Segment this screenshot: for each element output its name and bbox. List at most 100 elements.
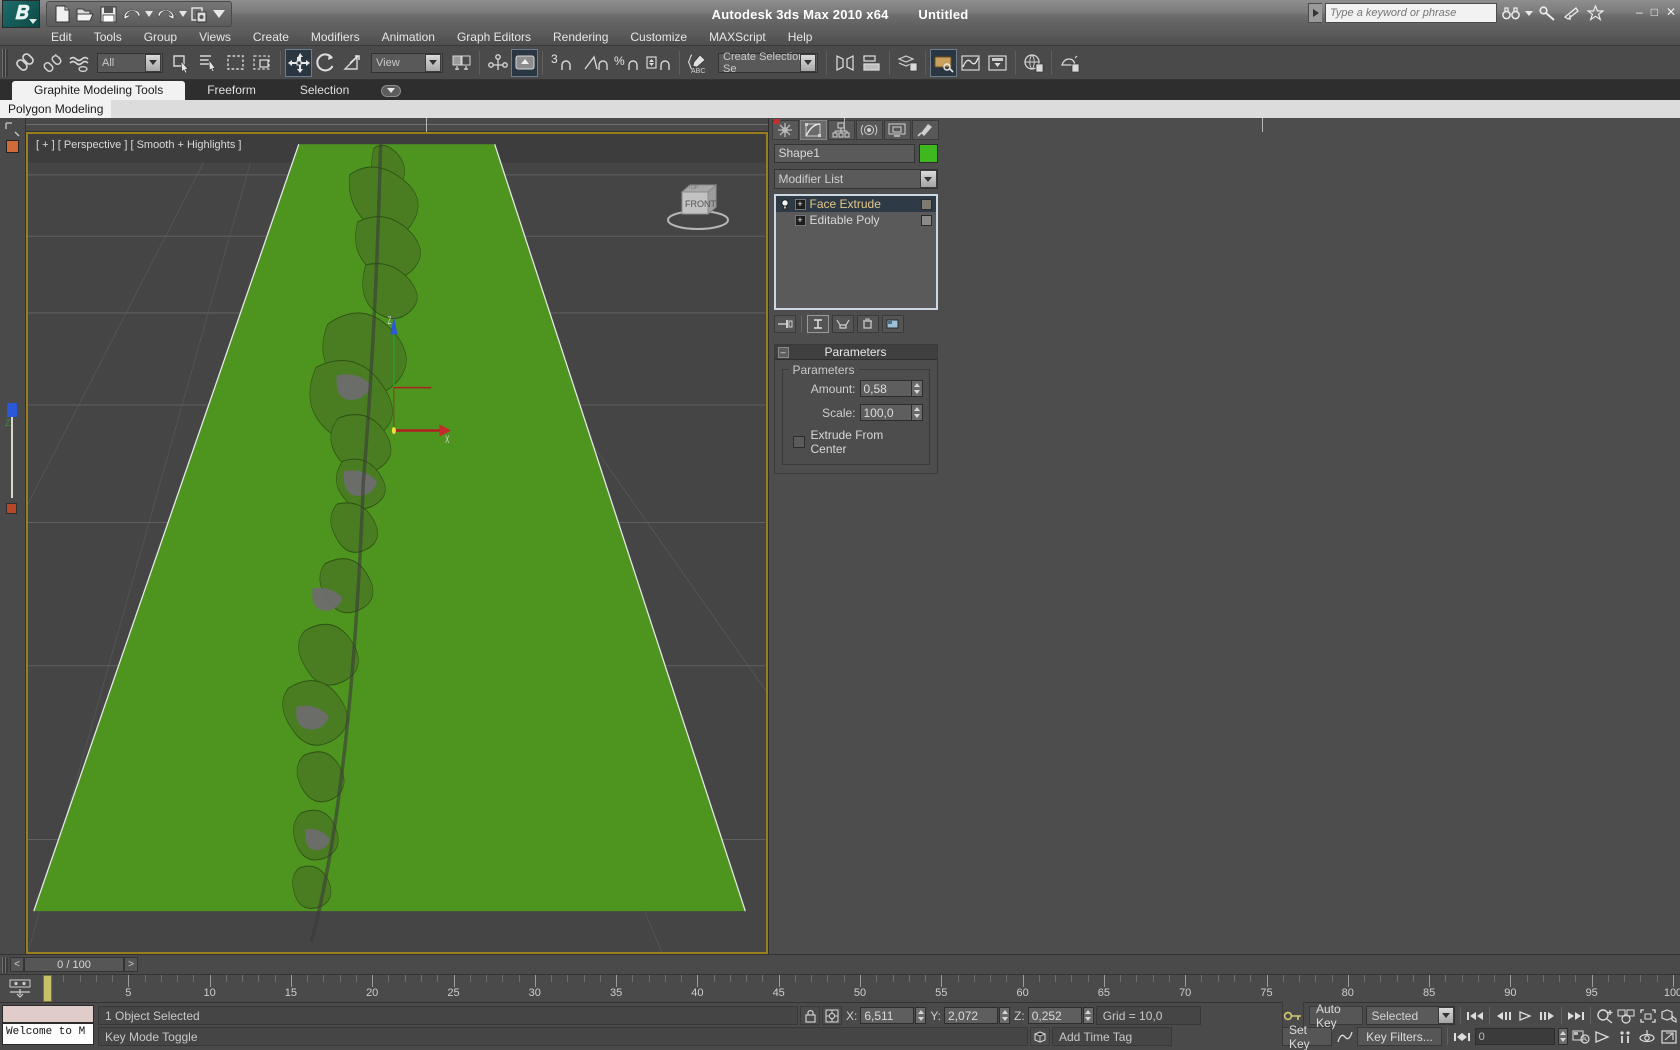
time-slider-next-button[interactable]: > — [124, 957, 138, 972]
window-crossing-toggle-icon[interactable] — [249, 49, 276, 77]
reference-coordinate-dropdown-icon[interactable] — [425, 54, 441, 72]
expand-plus-icon[interactable]: + — [795, 199, 806, 210]
selection-lock-toggle[interactable] — [800, 1006, 820, 1025]
extrude-from-center-checkbox[interactable] — [793, 436, 805, 448]
menu-item-modifiers[interactable]: Modifiers — [300, 28, 371, 46]
modifier-toggle-square[interactable] — [921, 199, 932, 210]
project-folder-icon[interactable] — [189, 4, 210, 25]
rollout-header[interactable]: – Parameters — [775, 345, 937, 360]
undo-dropdown-icon[interactable] — [144, 4, 153, 25]
utilities-tab[interactable] — [912, 120, 939, 140]
amount-spinner-arrows[interactable] — [912, 380, 923, 397]
maximize-button[interactable]: □ — [1651, 6, 1658, 18]
reference-coordinate-combo[interactable]: View — [371, 53, 443, 73]
x-spinner-arrows[interactable] — [915, 1007, 926, 1024]
configure-modifier-sets-icon[interactable] — [882, 315, 904, 333]
lightbulb-icon[interactable] — [780, 199, 791, 210]
layer-manager-icon[interactable] — [894, 49, 921, 77]
key-filter-dropdown-icon[interactable] — [1438, 1007, 1454, 1024]
scale-spinner[interactable] — [860, 404, 923, 421]
use-pivot-point-center-icon[interactable] — [448, 49, 475, 77]
tab-freeform[interactable]: Freeform — [185, 81, 278, 100]
x-input[interactable] — [860, 1007, 914, 1024]
menu-item-edit[interactable]: Edit — [40, 28, 83, 46]
time-slider-prev-button[interactable]: < — [10, 957, 24, 972]
expand-plus-icon[interactable]: + — [795, 215, 806, 226]
search-input[interactable] — [1325, 3, 1497, 23]
next-frame-icon[interactable] — [1537, 1006, 1555, 1025]
add-time-tag[interactable]: Add Time Tag — [1052, 1027, 1172, 1046]
modify-tab[interactable] — [800, 120, 827, 140]
undo-icon[interactable] — [121, 4, 142, 25]
zoom-all-icon[interactable] — [1617, 1006, 1635, 1025]
mirror-icon[interactable] — [831, 49, 858, 77]
curve-editor-icon[interactable] — [957, 49, 984, 77]
tab-selection[interactable]: Selection — [278, 81, 371, 100]
show-end-result-icon[interactable] — [807, 315, 829, 333]
ribbon-minimize-button[interactable] — [371, 81, 411, 100]
snaps-3-icon[interactable]: 3 — [547, 49, 581, 77]
edit-named-selection-sets-icon[interactable]: ABC — [684, 49, 714, 77]
new-file-icon[interactable] — [52, 4, 73, 25]
current-frame-input[interactable] — [1475, 1028, 1555, 1045]
frame-ruler[interactable]: 0510152025303540455055606570758085909510… — [40, 975, 1680, 1002]
schematic-view-icon[interactable] — [984, 49, 1011, 77]
zoom-icon[interactable] — [1596, 1006, 1614, 1025]
key-filter-combo[interactable]: Selected — [1366, 1006, 1454, 1025]
time-tag-icon[interactable] — [1030, 1027, 1050, 1046]
search-dropdown-icon[interactable] — [1524, 3, 1534, 23]
zoom-region-icon[interactable] — [1660, 1006, 1678, 1025]
select-and-move-icon[interactable] — [285, 49, 312, 77]
search-expand-icon[interactable] — [1308, 3, 1322, 23]
display-tab[interactable] — [884, 120, 911, 140]
object-name-field[interactable]: Shape1 — [774, 144, 915, 163]
render-setup-icon[interactable] — [1020, 49, 1047, 77]
redo-dropdown-icon[interactable] — [178, 4, 187, 25]
menu-item-rendering[interactable]: Rendering — [542, 28, 619, 46]
menu-item-graph-editors[interactable]: Graph Editors — [446, 28, 542, 46]
set-key-button[interactable]: Set Key — [1282, 1027, 1332, 1046]
remove-modifier-icon[interactable] — [857, 315, 879, 333]
modifier-list-combo[interactable]: Modifier List — [774, 169, 938, 189]
zoom-extents-icon[interactable] — [1638, 1006, 1656, 1025]
favorites-star-icon[interactable] — [1585, 3, 1606, 23]
time-configuration-icon[interactable] — [1571, 1027, 1590, 1046]
play-icon[interactable] — [1516, 1006, 1534, 1025]
orbit-icon[interactable] — [1637, 1027, 1656, 1046]
qat-dropdown-icon[interactable] — [212, 4, 226, 25]
percent-snap-icon[interactable]: % — [611, 49, 643, 77]
timeline-grip[interactable] — [2, 957, 8, 973]
time-slider-frame-display[interactable]: 0 / 100 — [24, 957, 124, 972]
key-icon[interactable] — [1537, 3, 1558, 23]
pin-stack-icon[interactable] — [774, 315, 796, 333]
select-and-rotate-icon[interactable] — [312, 49, 339, 77]
modifier-list-dropdown-icon[interactable] — [920, 170, 937, 188]
modifier-toggle-square[interactable] — [921, 215, 932, 226]
key-filters-button[interactable]: Key Filters... — [1357, 1027, 1442, 1046]
spinner-snap-icon[interactable] — [643, 49, 675, 77]
key-mode-toggle-icon[interactable] — [1453, 1027, 1472, 1046]
save-file-icon[interactable] — [98, 4, 119, 25]
go-to-end-icon[interactable] — [1567, 1006, 1585, 1025]
z-spinner-arrows[interactable] — [1083, 1007, 1094, 1024]
extrude-from-center-row[interactable]: Extrude From Center — [789, 428, 923, 456]
open-file-icon[interactable] — [75, 4, 96, 25]
menu-item-group[interactable]: Group — [133, 28, 188, 46]
menu-item-customize[interactable]: Customize — [619, 28, 698, 46]
select-and-link-icon[interactable] — [11, 49, 38, 77]
time-slider-handle[interactable] — [43, 975, 52, 1002]
modifier-stack[interactable]: + Face Extrude + Editable Poly — [774, 194, 938, 310]
menu-item-animation[interactable]: Animation — [371, 28, 446, 46]
menu-item-create[interactable]: Create — [242, 28, 300, 46]
select-and-manipulate-icon[interactable] — [484, 49, 511, 77]
menu-item-help[interactable]: Help — [777, 28, 824, 46]
tab-graphite-modeling-tools[interactable]: Graphite Modeling Tools — [12, 81, 185, 100]
material-editor-icon[interactable] — [930, 49, 957, 77]
menu-item-views[interactable]: Views — [188, 28, 242, 46]
amount-spinner[interactable] — [860, 380, 923, 397]
pan-icon[interactable] — [1593, 1027, 1612, 1046]
rollout-collapse-icon[interactable]: – — [778, 347, 789, 358]
modifier-stack-item-editable-poly[interactable]: + Editable Poly — [776, 212, 936, 228]
hierarchy-tab[interactable] — [828, 120, 855, 140]
named-selection-sets-combo[interactable]: Create Selection Se — [718, 53, 818, 73]
